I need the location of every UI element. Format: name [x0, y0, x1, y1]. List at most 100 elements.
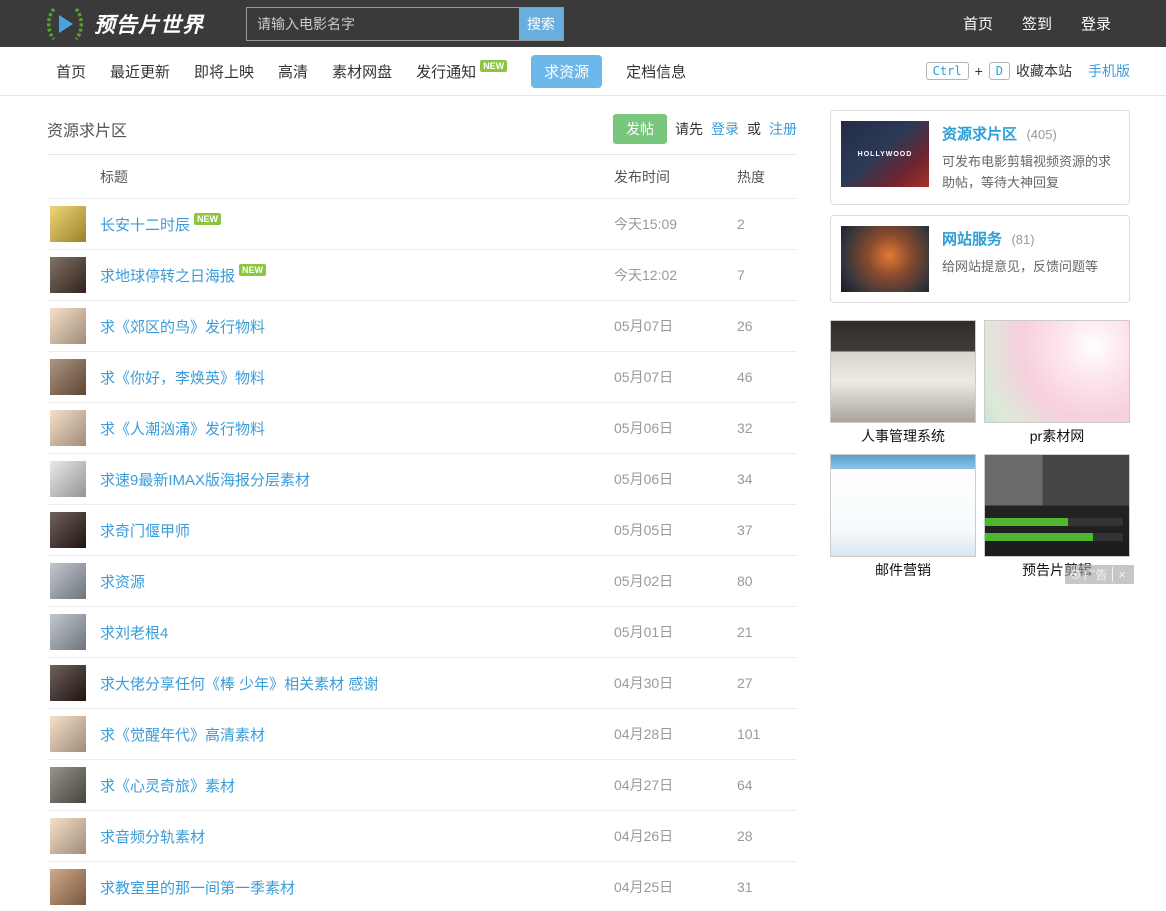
post-title-link[interactable]: 求《心灵奇旅》素材	[100, 775, 235, 796]
ad-thumb: 人事管理系统	[830, 320, 976, 452]
forum-link[interactable]: 网站服务	[942, 231, 1002, 248]
post-date: 05月07日	[614, 367, 737, 387]
register-link[interactable]: 注册	[769, 119, 797, 139]
nav-item-label: 素材网盘	[332, 61, 392, 82]
title-cell: 求《你好，李焕英》物料	[47, 359, 614, 395]
user-avatar	[50, 461, 86, 497]
new-badge: NEW	[480, 60, 507, 72]
d-key: D	[989, 62, 1010, 80]
post-date: 04月25日	[614, 877, 737, 897]
ad-thumb-label: pr素材网	[984, 423, 1130, 452]
nav-item-label: 求资源	[544, 61, 589, 82]
forum-card-image[interactable]	[841, 226, 929, 292]
ad-label: 广告	[1083, 566, 1107, 583]
login-link[interactable]: 登录	[711, 119, 739, 139]
post-button[interactable]: 发帖	[613, 114, 667, 144]
post-heat: 101	[737, 726, 797, 742]
user-avatar	[50, 716, 86, 752]
post-title-link[interactable]: 求教室里的那一间第一季素材	[100, 877, 295, 898]
nav-item[interactable]: 高清	[278, 61, 308, 82]
table-row: 求地球停转之日海报 NEW 今天12:02 7	[47, 250, 797, 301]
post-date: 05月02日	[614, 571, 737, 591]
post-title-link[interactable]: 求《觉醒年代》高清素材	[100, 724, 265, 745]
post-heat: 64	[737, 777, 797, 793]
ad-thumb-image[interactable]	[984, 320, 1130, 423]
post-title-link[interactable]: 求《郊区的鸟》发行物料	[100, 316, 265, 337]
bookmark-label: 收藏本站	[1016, 61, 1072, 81]
search-input[interactable]	[247, 8, 519, 40]
post-heat: 32	[737, 420, 797, 436]
post-title-link[interactable]: 求大佬分享任何《棒 少年》相关素材 感谢	[100, 673, 378, 694]
forum-card: 网站服务 (81) 给网站提意见，反馈问题等	[830, 215, 1130, 303]
table-header: 标题 发布时间 热度	[47, 155, 797, 199]
post-title-link[interactable]: 求资源	[100, 571, 145, 592]
user-avatar	[50, 665, 86, 701]
prompt-or: 或	[747, 119, 761, 139]
nav-item-label: 最近更新	[110, 61, 170, 82]
table-row: 求《觉醒年代》高清素材 04月28日 101	[47, 709, 797, 760]
forum-link[interactable]: 资源求片区	[942, 126, 1017, 143]
prompt-prefix: 请先	[675, 119, 703, 139]
title-cell: 求奇门偃甲师	[47, 512, 614, 548]
user-avatar	[50, 359, 86, 395]
post-title-link[interactable]: 求奇门偃甲师	[100, 520, 190, 541]
mobile-version-link[interactable]: 手机版	[1088, 61, 1130, 81]
ad-close-icon[interactable]: ×	[1112, 567, 1131, 582]
site-logo[interactable]: 预告片世界	[45, 6, 204, 42]
nav-item-label: 首页	[56, 61, 86, 82]
page-body: 资源求片区 发帖 请先 登录 或 注册 标题 发布时间 热度 长安十二时辰	[0, 96, 1166, 911]
table-row: 求教室里的那一间第一季素材 04月25日 31	[47, 862, 797, 911]
post-title-link[interactable]: 求《你好，李焕英》物料	[100, 367, 265, 388]
post-title-link[interactable]: 求《人潮汹涌》发行物料	[100, 418, 265, 439]
header-link[interactable]: 登录	[1081, 13, 1111, 34]
forum-description: 可发布电影剪辑视频资源的求助帖，等待大神回复	[942, 152, 1119, 194]
nav-item[interactable]: 即将上映	[194, 61, 254, 82]
ad-thumbnails: 人事管理系统 pr素材网 邮件营销 预告片剪辑	[830, 320, 1130, 586]
search-button[interactable]: 搜索	[519, 8, 563, 40]
plus-sign: +	[975, 63, 983, 79]
ad-thumb-image[interactable]	[830, 320, 976, 423]
nav-item-label: 定档信息	[626, 61, 686, 82]
new-badge: NEW	[194, 213, 221, 225]
post-heat: 21	[737, 624, 797, 640]
table-row: 求速9最新IMAX版海报分层素材 05月06日 34	[47, 454, 797, 505]
post-date: 05月05日	[614, 520, 737, 540]
title-cell: 求教室里的那一间第一季素材	[47, 869, 614, 905]
post-title-link[interactable]: 求音频分轨素材	[100, 826, 205, 847]
post-title-link[interactable]: 求刘老根4	[100, 622, 168, 643]
nav-item[interactable]: 最近更新	[110, 61, 170, 82]
ad-thumb: 邮件营销	[830, 454, 976, 586]
post-heat: 31	[737, 879, 797, 895]
sidebar: HOLLYWOOD 资源求片区 (405) 可发布电影剪辑视频资源的求助帖，等待…	[830, 96, 1130, 911]
table-row: 求资源 05月02日 80	[47, 556, 797, 607]
header-link[interactable]: 首页	[963, 13, 993, 34]
post-date: 04月30日	[614, 673, 737, 693]
post-heat: 46	[737, 369, 797, 385]
post-date: 04月26日	[614, 826, 737, 846]
forum-card-body: 资源求片区 (405) 可发布电影剪辑视频资源的求助帖，等待大神回复	[942, 121, 1119, 194]
nav-item[interactable]: 求资源	[531, 55, 602, 88]
forum-card-image[interactable]: HOLLYWOOD	[841, 121, 929, 187]
user-avatar	[50, 614, 86, 650]
header-link[interactable]: 签到	[1022, 13, 1052, 34]
table-row: 求《郊区的鸟》发行物料 05月07日 26	[47, 301, 797, 352]
title-row: 资源求片区 发帖 请先 登录 或 注册	[47, 96, 797, 155]
post-date: 04月28日	[614, 724, 737, 744]
ad-thumb-image[interactable]	[984, 454, 1130, 557]
new-badge: NEW	[239, 264, 266, 276]
nav-item[interactable]: 发行通知 NEW	[416, 61, 507, 82]
nav-item[interactable]: 定档信息	[626, 61, 686, 82]
ad-thumb-image[interactable]	[830, 454, 976, 557]
table-row: 求刘老根4 05月01日 21	[47, 607, 797, 658]
post-title-link[interactable]: 求地球停转之日海报	[100, 265, 235, 286]
user-avatar	[50, 206, 86, 242]
post-heat: 26	[737, 318, 797, 334]
nav-item[interactable]: 素材网盘	[332, 61, 392, 82]
forum-count: (81)	[1011, 232, 1034, 247]
post-title-link[interactable]: 求速9最新IMAX版海报分层素材	[100, 469, 310, 490]
ad-badge: 广告 ×	[1065, 565, 1134, 584]
column-title: 标题	[47, 167, 614, 187]
post-title-link[interactable]: 长安十二时辰	[100, 214, 190, 235]
title-cell: 求《人潮汹涌》发行物料	[47, 410, 614, 446]
nav-item[interactable]: 首页	[56, 61, 86, 82]
